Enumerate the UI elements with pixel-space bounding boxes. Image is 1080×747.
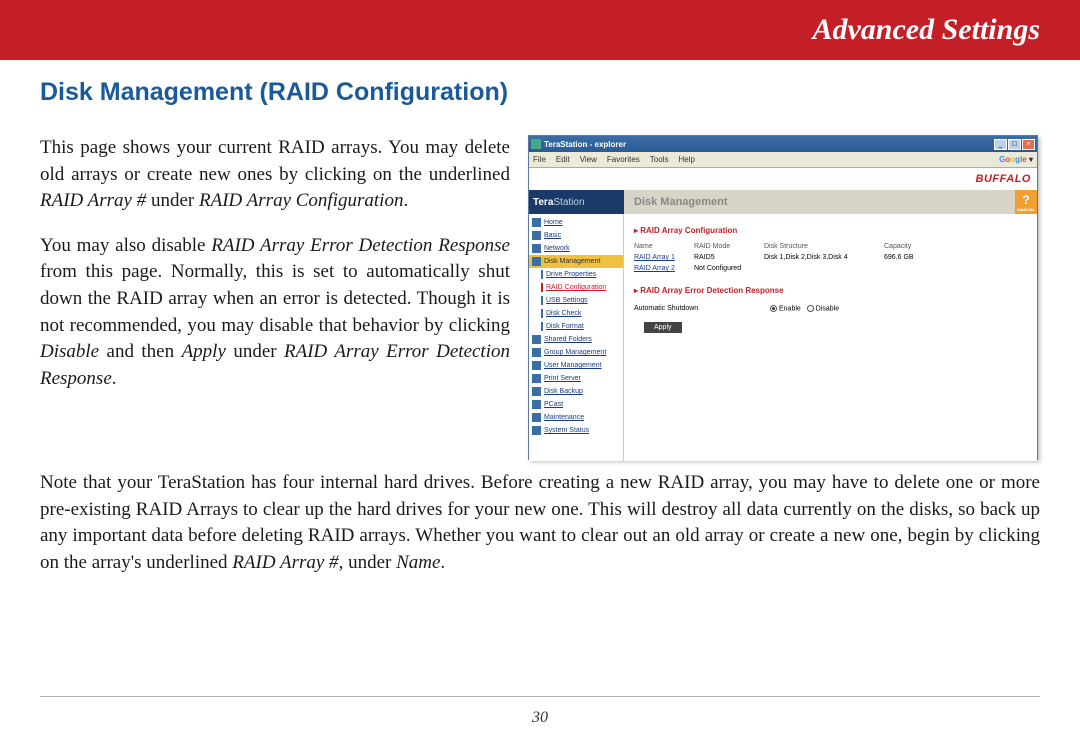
page-content: Disk Management (RAID Configuration) Thi…	[0, 60, 1080, 576]
menu-edit[interactable]: Edit	[556, 155, 570, 164]
menu-view[interactable]: View	[580, 155, 597, 164]
sidebar-group[interactable]: Group Management	[529, 346, 623, 359]
section-error-response: RAID Array Error Detection Response	[634, 286, 1027, 295]
table-row: RAID Array 1 RAID5 Disk 1,Disk 2,Disk 3,…	[634, 252, 1027, 263]
sidebar-home[interactable]: Home	[529, 216, 623, 229]
minimize-button[interactable]: _	[994, 139, 1007, 150]
screenshot-column: TeraStation - explorer _ □ × File Edit V…	[528, 135, 1038, 460]
radio-disable-icon	[807, 305, 814, 312]
text-column: This page shows your current RAID arrays…	[40, 135, 510, 460]
page-number: 30	[0, 709, 1080, 727]
enable-option[interactable]: Enable	[770, 305, 801, 312]
sidebar-shared[interactable]: Shared Folders	[529, 333, 623, 346]
menu-file[interactable]: File	[533, 155, 546, 164]
apply-button[interactable]: Apply	[644, 322, 682, 333]
paragraph-3: Note that your TeraStation has four inte…	[40, 470, 1040, 576]
main-panel: RAID Array Configuration Name RAID Mode …	[624, 214, 1037, 461]
sidebar-nav: Home Basic Network Disk Management Drive…	[529, 214, 624, 461]
section-heading: Disk Management (RAID Configuration)	[40, 78, 1040, 107]
window-title: TeraStation - explorer	[544, 140, 994, 149]
paragraph-2: You may also disable RAID Array Error De…	[40, 233, 510, 393]
page-header-row: TeraStation Disk Management ?MANUAL	[529, 190, 1037, 214]
paragraph-1: This page shows your current RAID arrays…	[40, 135, 510, 215]
sidebar-pcast[interactable]: PCast	[529, 398, 623, 411]
raid-array-2-link[interactable]: RAID Array 2	[634, 265, 675, 272]
raid-array-1-link[interactable]: RAID Array 1	[634, 254, 675, 261]
sidebar-disk-check[interactable]: Disk Check	[529, 307, 623, 320]
sidebar-disk-format[interactable]: Disk Format	[529, 320, 623, 333]
disable-option[interactable]: Disable	[807, 305, 839, 312]
table-row: RAID Array 2 Not Configured	[634, 263, 1027, 274]
buffalo-logo: BUFFALO	[976, 173, 1031, 185]
menu-tools[interactable]: Tools	[650, 155, 669, 164]
error-response-row: Automatic Shutdown Enable Disable	[634, 301, 1027, 320]
maximize-button[interactable]: □	[1008, 139, 1021, 150]
table-header: Name RAID Mode Disk Structure Capacity	[634, 241, 1027, 252]
window-favicon	[531, 139, 541, 149]
auto-shutdown-label: Automatic Shutdown	[634, 305, 764, 312]
sidebar-status[interactable]: System Status	[529, 424, 623, 437]
close-button[interactable]: ×	[1022, 139, 1035, 150]
radio-enable-icon	[770, 305, 777, 312]
section-raid-config: RAID Array Configuration	[634, 226, 1027, 235]
menu-favorites[interactable]: Favorites	[607, 155, 640, 164]
sidebar-user[interactable]: User Management	[529, 359, 623, 372]
window-buttons: _ □ ×	[994, 139, 1035, 150]
terastation-logo: TeraStation	[529, 190, 624, 214]
page-title: Disk Management	[624, 190, 1015, 214]
window-titlebar: TeraStation - explorer _ □ ×	[529, 136, 1037, 152]
footer-rule	[40, 696, 1040, 697]
sidebar-disk-mgmt[interactable]: Disk Management	[529, 255, 623, 268]
header-banner: Advanced Settings	[0, 0, 1080, 60]
help-icon[interactable]: ?MANUAL	[1015, 190, 1037, 214]
sidebar-drive-props[interactable]: Drive Properties	[529, 268, 623, 281]
sidebar-print[interactable]: Print Server	[529, 372, 623, 385]
menu-help[interactable]: Help	[678, 155, 694, 164]
sidebar-network[interactable]: Network	[529, 242, 623, 255]
sidebar-raid-config[interactable]: RAID Configuration	[529, 281, 623, 294]
raid-table: Name RAID Mode Disk Structure Capacity R…	[634, 241, 1027, 274]
sidebar-backup[interactable]: Disk Backup	[529, 385, 623, 398]
main-row: Home Basic Network Disk Management Drive…	[529, 214, 1037, 461]
embedded-screenshot: TeraStation - explorer _ □ × File Edit V…	[528, 135, 1038, 460]
sidebar-basic[interactable]: Basic	[529, 229, 623, 242]
brand-row: BUFFALO	[529, 168, 1037, 190]
google-toolbar[interactable]: Google ▾	[999, 155, 1033, 164]
sidebar-usb[interactable]: USB Settings	[529, 294, 623, 307]
banner-title: Advanced Settings	[812, 13, 1040, 47]
two-column-layout: This page shows your current RAID arrays…	[40, 135, 1040, 460]
sidebar-maint[interactable]: Maintenance	[529, 411, 623, 424]
browser-menubar: File Edit View Favorites Tools Help Goog…	[529, 152, 1037, 168]
